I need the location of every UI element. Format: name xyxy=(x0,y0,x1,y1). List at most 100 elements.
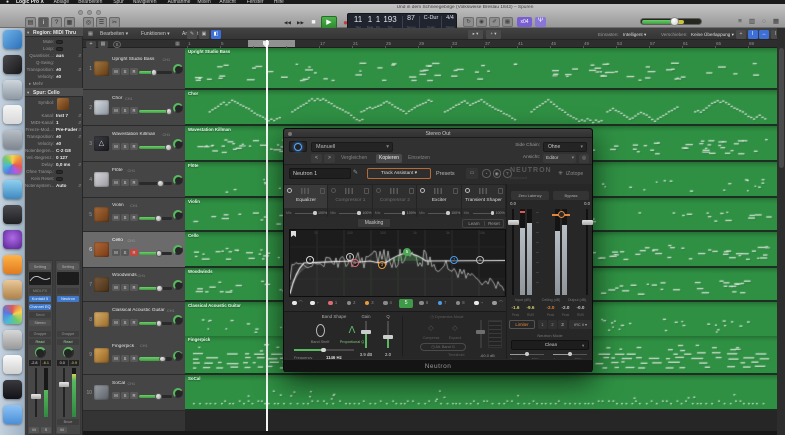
strip-fader-knob[interactable] xyxy=(59,382,69,387)
mix-knob[interactable] xyxy=(490,211,495,215)
param-checkbox[interactable] xyxy=(56,176,63,181)
track-record-button[interactable]: R xyxy=(130,319,138,326)
learn-button[interactable]: Learn xyxy=(464,221,484,226)
drag-dropdown[interactable]: Keine Überlappung ▾ xyxy=(691,32,734,38)
param-stepper-icon[interactable]: ⇵ xyxy=(78,67,81,72)
eq-node-7[interactable]: 7 xyxy=(450,256,458,264)
compress-icon[interactable]: ◇ xyxy=(426,324,436,334)
midi-region-2[interactable]: Chor xyxy=(185,90,777,125)
pointer-tool-dropdown[interactable]: ▸ ▾ xyxy=(468,30,483,39)
strip-fader-knob[interactable] xyxy=(31,394,41,399)
limiter-slot-2[interactable]: 2 xyxy=(548,320,557,329)
master-solo-button[interactable]: S xyxy=(113,40,121,48)
eq-band-4[interactable] xyxy=(383,300,388,305)
track-mute-button[interactable]: M xyxy=(112,214,120,221)
track-inspector-header[interactable]: ▾ Spur: Cello xyxy=(25,88,83,97)
inspector-icon[interactable]: i xyxy=(38,17,49,28)
dock-icon-finder[interactable] xyxy=(3,30,22,49)
traffic-minimize-button[interactable] xyxy=(87,10,92,15)
limiter-slot-1[interactable]: 1 xyxy=(538,320,547,329)
track-pan-knob[interactable] xyxy=(173,350,183,361)
module-bypass-icon[interactable] xyxy=(453,187,459,194)
dock-icon-imovie[interactable] xyxy=(3,230,22,249)
eq-band-high-shelf[interactable] xyxy=(474,300,479,305)
param-stepper-icon[interactable]: ⇵ xyxy=(78,113,81,118)
compare-button[interactable]: Vergleichen xyxy=(341,155,367,161)
track-pan-knob[interactable] xyxy=(173,388,183,398)
module-mix-slider[interactable]: Mix 100% xyxy=(417,208,462,217)
masking-button[interactable]: Masking xyxy=(357,218,391,228)
smart-controls-icon[interactable]: ◎ xyxy=(83,17,94,28)
eq-band-8[interactable] xyxy=(455,300,461,305)
mixer-icon[interactable]: ☰ xyxy=(96,17,107,28)
presets-label[interactable]: Presets xyxy=(436,171,455,177)
track-volume-knob[interactable] xyxy=(159,355,166,362)
track-pan-knob[interactable] xyxy=(173,103,183,113)
track-solo-button[interactable]: S xyxy=(121,249,129,256)
dock-icon-installer[interactable] xyxy=(3,280,22,299)
track-solo-button[interactable]: S xyxy=(121,284,129,291)
plugin-power-button[interactable] xyxy=(289,141,307,152)
mix-knob[interactable] xyxy=(313,211,317,215)
strip-output-slot[interactable]: Stereo xyxy=(29,320,51,326)
strip-mute-button[interactable]: M xyxy=(57,427,67,433)
param-value[interactable]: C-2 G8 xyxy=(56,148,78,153)
track-pan-knob[interactable] xyxy=(173,280,183,290)
cycle-icon[interactable]: ↻ xyxy=(463,17,474,27)
track-record-button[interactable]: R xyxy=(130,284,138,291)
track-header-2[interactable]: 2 Chor CH1 M S R xyxy=(83,90,185,126)
param-value[interactable]: 1 xyxy=(56,120,78,125)
track-record-button[interactable]: R xyxy=(130,392,138,399)
strip-midifx-slot[interactable]: MIDI-FX xyxy=(29,288,51,294)
track-mute-button[interactable]: M xyxy=(112,249,120,256)
input-fader-knob[interactable] xyxy=(507,220,519,225)
track-solo-button[interactable]: S xyxy=(121,107,129,114)
track-mute-button[interactable]: M xyxy=(112,107,120,114)
proportional-q-label[interactable]: Proportional Q xyxy=(330,340,374,344)
param-stepper-icon[interactable]: ⇵ xyxy=(78,127,81,132)
track-header-7[interactable]: 7 Woodwinds CH1 M S R xyxy=(83,268,185,302)
tuner-icon[interactable]: Ψ xyxy=(535,17,546,27)
snap-dropdown[interactable]: Intelligent ▾ xyxy=(623,32,646,38)
view-dropdown[interactable]: Editor ▾ xyxy=(543,153,576,163)
expand-icon[interactable]: ◇ xyxy=(450,324,460,334)
eq-node-cut-6[interactable]: × xyxy=(476,256,484,264)
track-pan-knob[interactable] xyxy=(173,315,183,325)
reset-button[interactable]: Reset xyxy=(484,221,503,226)
param-value[interactable]: ±0 xyxy=(56,74,78,79)
frequency-knob[interactable] xyxy=(321,347,326,352)
dock-icon-calendar[interactable] xyxy=(3,105,22,124)
track-record-button[interactable]: R xyxy=(130,179,138,186)
band-shelf-icon[interactable] xyxy=(316,324,325,337)
strip-pan-knob[interactable] xyxy=(62,347,74,358)
track-volume-knob[interactable] xyxy=(157,180,164,187)
quick-help-icon[interactable]: ? xyxy=(51,17,62,28)
track-solo-button[interactable]: S xyxy=(121,319,129,326)
param-stepper-icon[interactable]: ⇵ xyxy=(78,53,81,58)
module-mix-slider[interactable]: Mix 100% xyxy=(461,208,506,217)
module-tab-exciter[interactable]: Exciter xyxy=(417,184,462,208)
bypass-button[interactable]: Bypass xyxy=(553,191,589,200)
midi-region-1[interactable]: Upright Studio Bass xyxy=(185,48,777,89)
irc-mode-dropdown[interactable]: IRC II ▾ xyxy=(569,320,592,329)
track-pan-knob[interactable] xyxy=(173,175,183,185)
plugin-close-icon[interactable] xyxy=(288,132,292,136)
module-bypass-icon[interactable] xyxy=(364,187,370,194)
track-volume-knob[interactable] xyxy=(165,144,172,151)
track-header-10[interactable]: 10 SoCal CH1 M S R xyxy=(83,375,185,411)
track-mute-button[interactable]: M xyxy=(112,354,120,362)
track-volume-knob[interactable] xyxy=(150,69,158,76)
module-mix-slider[interactable]: Mix 100% xyxy=(284,208,329,217)
strip-setting-button[interactable]: Setting xyxy=(29,263,51,270)
module-tab-equalizer[interactable]: Equalizer xyxy=(284,184,329,208)
param-value[interactable]: Pre-Fader xyxy=(56,127,78,132)
eq-band-2[interactable] xyxy=(346,300,352,305)
midi-region-10[interactable]: SoCal xyxy=(185,375,777,410)
replace-icon[interactable]: ✐ xyxy=(489,17,500,27)
next-preset-button[interactable]: > xyxy=(324,153,335,163)
move-tool-icon[interactable]: + xyxy=(736,30,746,39)
strip-send-slot[interactable]: Send xyxy=(29,312,51,318)
strip-empty-slot[interactable] xyxy=(57,288,79,294)
track-solo-button[interactable]: S xyxy=(121,392,129,399)
mix-knob[interactable] xyxy=(401,211,406,215)
